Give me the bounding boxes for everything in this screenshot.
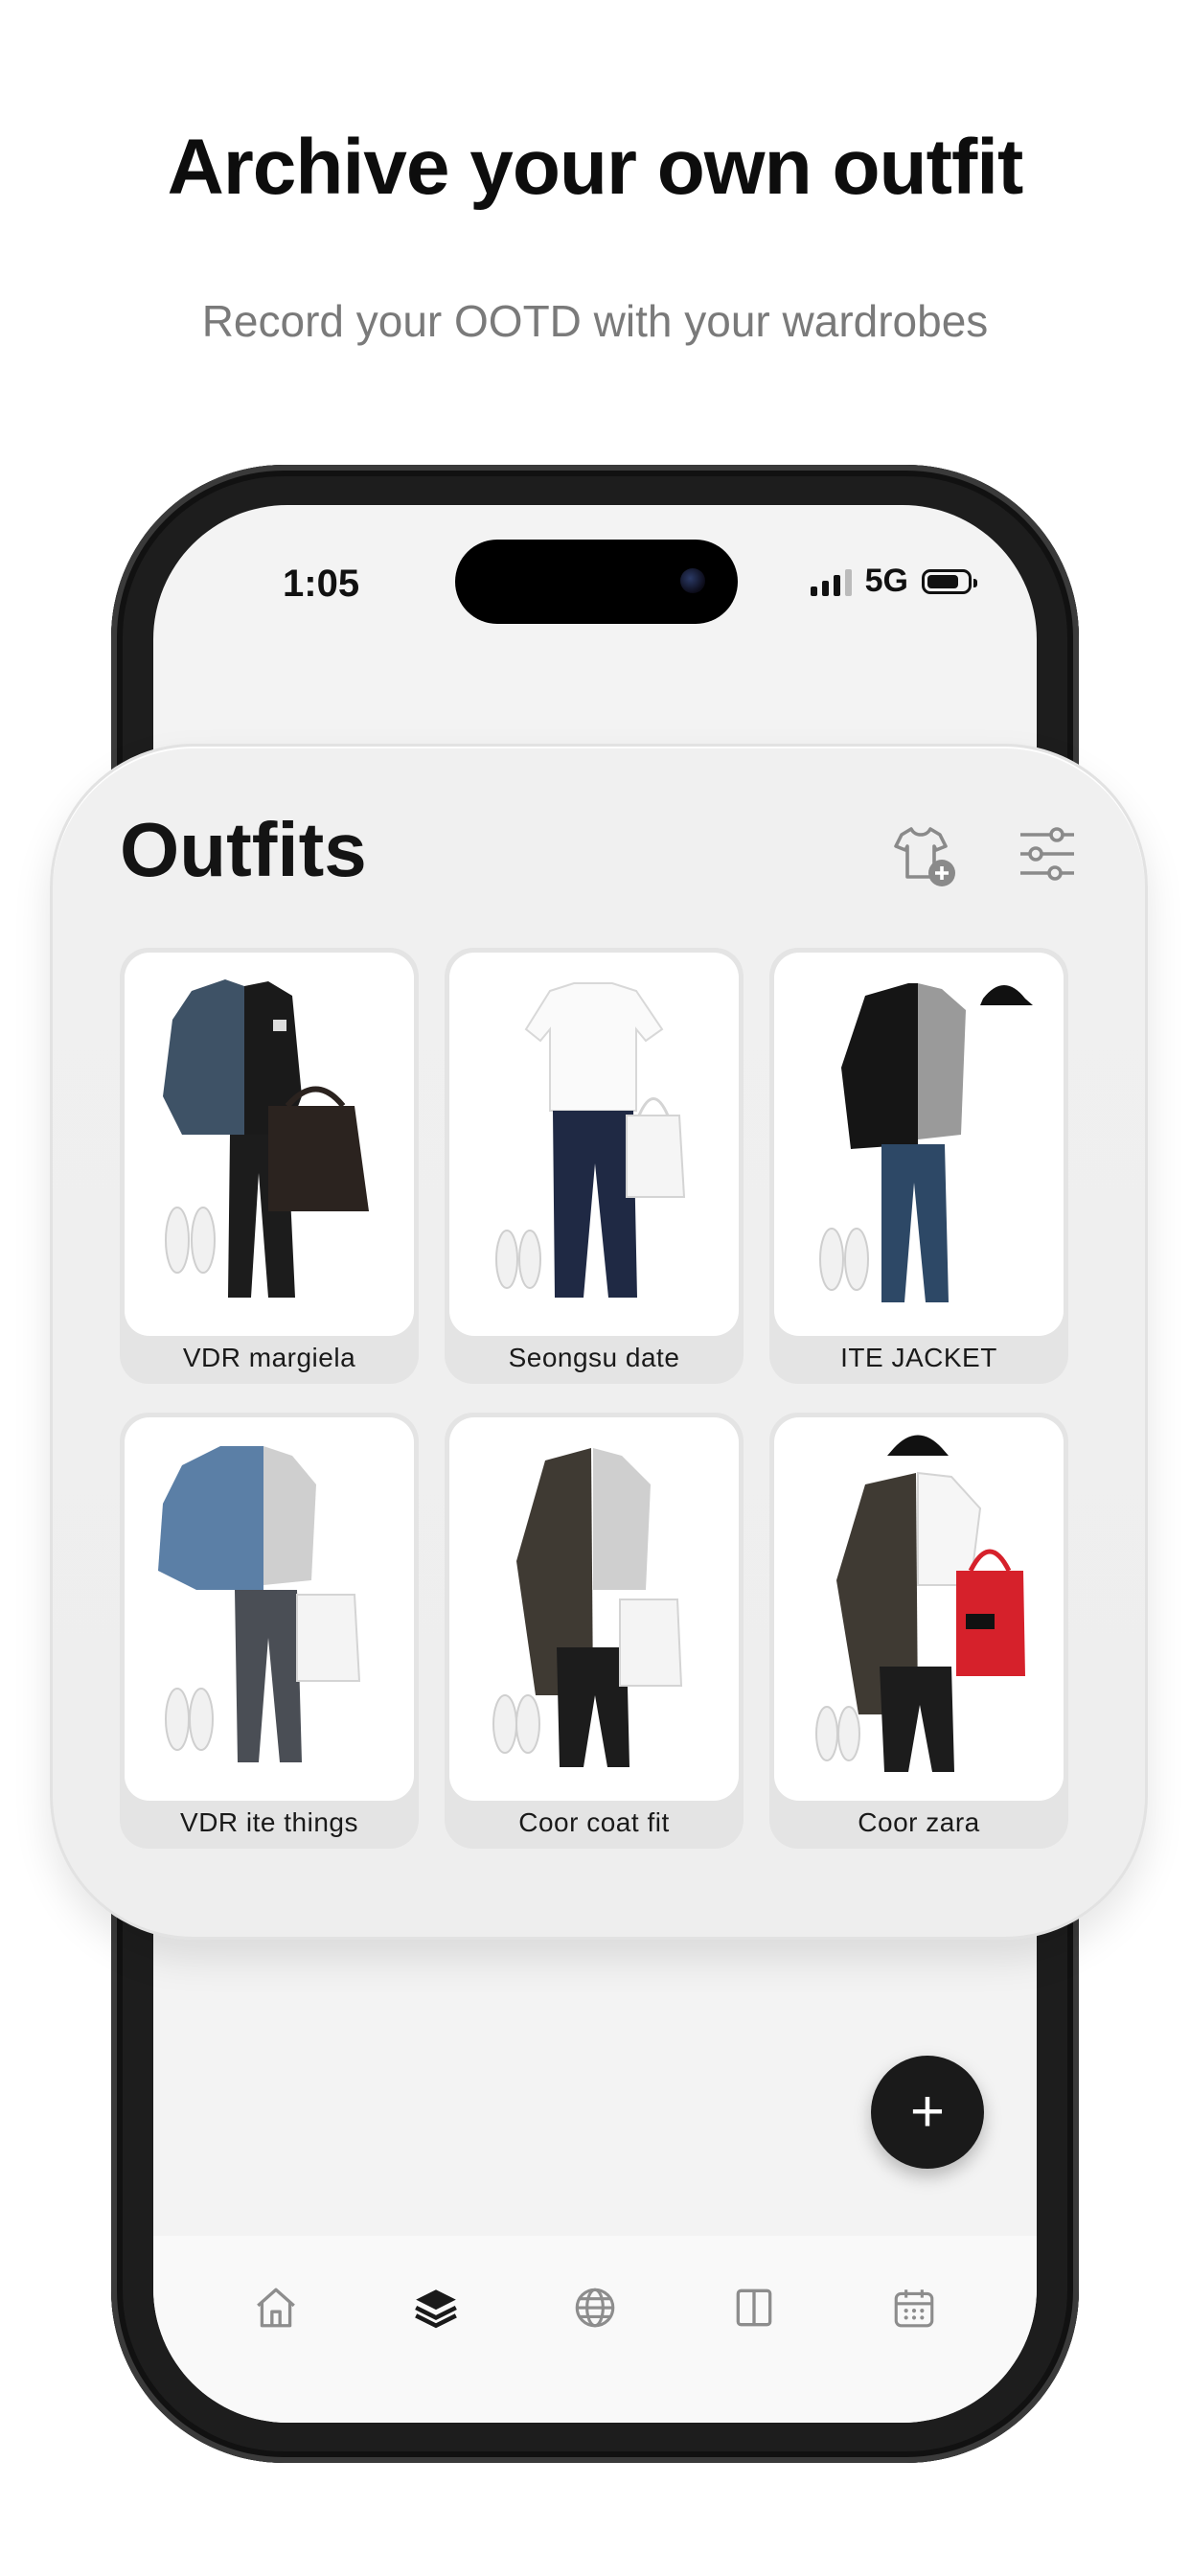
outfit-image bbox=[449, 1417, 739, 1801]
outfit-card[interactable]: Seongsu date bbox=[445, 948, 744, 1384]
outfit-card[interactable]: VDR ite things bbox=[120, 1413, 419, 1849]
outfit-card[interactable]: ITE JACKET bbox=[769, 948, 1068, 1384]
shirt-plus-icon[interactable] bbox=[886, 816, 963, 892]
outfit-name: ITE JACKET bbox=[840, 1343, 997, 1372]
outfit-image bbox=[774, 953, 1064, 1336]
outfits-panel: Outfits VDR margiela Seongsu date ITE JA… bbox=[50, 744, 1148, 1940]
outfit-name: Seongsu date bbox=[508, 1343, 680, 1372]
outfit-card[interactable]: VDR margiela bbox=[120, 948, 419, 1384]
subheadline: Record your OOTD with your wardrobes bbox=[201, 296, 989, 346]
add-outfit-button[interactable]: + bbox=[871, 2056, 984, 2169]
calendar-icon[interactable] bbox=[876, 2269, 952, 2346]
outfit-name: VDR margiela bbox=[182, 1343, 356, 1372]
sliders-icon[interactable] bbox=[1009, 816, 1086, 892]
page-title: Outfits bbox=[120, 807, 367, 892]
outfit-name: VDR ite things bbox=[180, 1807, 358, 1837]
book-icon[interactable] bbox=[716, 2269, 792, 2346]
outfit-card[interactable]: Coor zara bbox=[769, 1413, 1068, 1849]
status-indicators: 5G bbox=[810, 563, 977, 600]
home-icon[interactable] bbox=[238, 2269, 314, 2346]
status-time: 1:05 bbox=[283, 563, 360, 605]
outfit-image bbox=[449, 953, 739, 1336]
camera-icon bbox=[680, 568, 705, 593]
bottom-nav bbox=[153, 2236, 1037, 2423]
status-bar: 1:05 5G bbox=[153, 505, 1037, 649]
outfit-image bbox=[125, 1417, 414, 1801]
outfit-image bbox=[774, 1417, 1064, 1801]
outfit-grid: VDR margiela Seongsu date ITE JACKET VDR… bbox=[120, 948, 1068, 1849]
layers-icon[interactable] bbox=[398, 2269, 474, 2346]
headline: Archive your own outfit bbox=[167, 124, 1024, 211]
globe-icon[interactable] bbox=[557, 2269, 633, 2346]
outfit-image bbox=[125, 953, 414, 1336]
network-label: 5G bbox=[864, 563, 908, 599]
outfit-name: Coor coat fit bbox=[518, 1807, 670, 1837]
signal-icon bbox=[810, 567, 852, 596]
outfit-name: Coor zara bbox=[858, 1807, 980, 1837]
dynamic-island bbox=[455, 540, 738, 624]
outfit-card[interactable]: Coor coat fit bbox=[445, 1413, 744, 1849]
battery-icon bbox=[922, 568, 977, 594]
